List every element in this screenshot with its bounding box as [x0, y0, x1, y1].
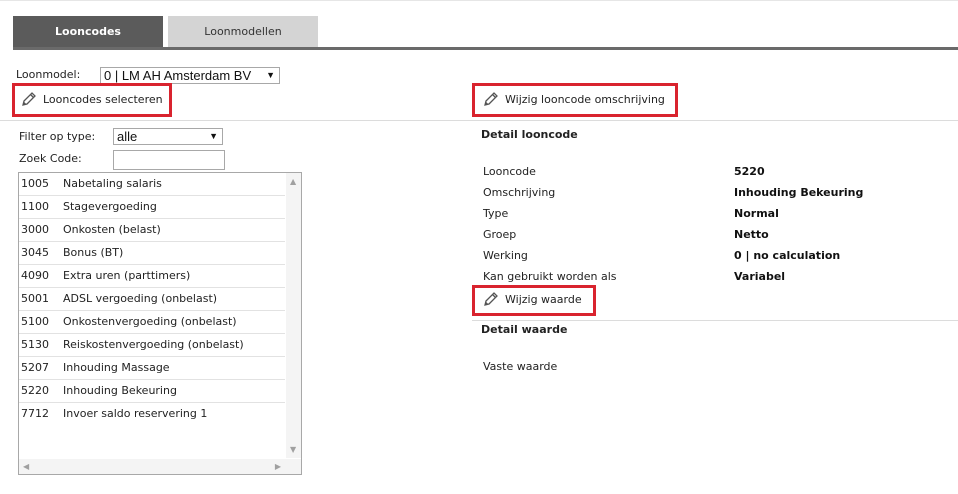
detail-label-werking: Werking	[483, 249, 528, 262]
list-item-desc: Stagevergoeding	[63, 200, 157, 213]
detail-value-type: Normal	[734, 207, 779, 220]
detail-value-gebruik: Variabel	[734, 270, 786, 283]
pencil-icon	[484, 292, 498, 306]
list-item[interactable]: 3045 Bonus (BT)	[19, 242, 285, 265]
looncode-list[interactable]: 1005 Nabetaling salaris 1100 Stagevergoedi…	[18, 172, 302, 475]
detail-waarde-title: Detail waarde	[481, 323, 568, 336]
loonmodel-select-value: 0 | LM AH Amsterdam BV	[104, 68, 252, 83]
list-item-desc: Onkostenvergoeding (onbelast)	[63, 315, 237, 328]
list-item-desc: ADSL vergoeding (onbelast)	[63, 292, 218, 305]
list-item-desc: Invoer saldo reservering 1	[63, 407, 208, 420]
tab-bar-underline	[13, 47, 958, 50]
list-item-code: 3045	[21, 246, 49, 259]
list-item-desc: Nabetaling salaris	[63, 177, 162, 190]
detail-label-gebruik: Kan gebruikt worden als	[483, 270, 617, 283]
list-item[interactable]: 1005 Nabetaling salaris	[19, 173, 285, 196]
list-item-desc: Extra uren (parttimers)	[63, 269, 191, 282]
horizontal-scrollbar[interactable]: ◀ ▶	[19, 459, 301, 474]
list-item[interactable]: 5130 Reiskostenvergoeding (onbelast)	[19, 334, 285, 357]
list-item-code: 4090	[21, 269, 49, 282]
loonmodel-label: Loonmodel:	[16, 68, 81, 81]
list-item-code: 5001	[21, 292, 49, 305]
vaste-waarde-label: Vaste waarde	[483, 360, 558, 373]
divider-detail	[472, 320, 958, 321]
detail-value-looncode: 5220	[734, 165, 765, 178]
list-item[interactable]: 4090 Extra uren (parttimers)	[19, 265, 285, 288]
list-item-desc: Inhouding Massage	[63, 361, 170, 374]
list-item-code: 5207	[21, 361, 49, 374]
list-item[interactable]: 3000 Onkosten (belast)	[19, 219, 285, 242]
list-item[interactable]: 5100 Onkostenvergoeding (onbelast)	[19, 311, 285, 334]
detail-label-type: Type	[483, 207, 509, 220]
detail-label-looncode: Looncode	[483, 165, 536, 178]
scroll-down-icon[interactable]: ▼	[290, 445, 296, 454]
detail-looncode-title: Detail looncode	[481, 128, 578, 141]
list-item-code: 3000	[21, 223, 49, 236]
list-item[interactable]: 1100 Stagevergoeding	[19, 196, 285, 219]
list-item-code: 5100	[21, 315, 49, 328]
list-item[interactable]: 5220 Inhouding Bekeuring	[19, 380, 285, 403]
scroll-up-icon[interactable]: ▲	[290, 177, 296, 186]
list-item-desc: Onkosten (belast)	[63, 223, 161, 236]
list-item-desc: Bonus (BT)	[63, 246, 124, 259]
edit-value-label: Wijzig waarde	[505, 292, 582, 306]
list-item-code: 7712	[21, 407, 49, 420]
search-code-label: Zoek Code:	[19, 152, 82, 165]
loonmodel-select[interactable]: 0 | LM AH Amsterdam BV ▼	[100, 67, 280, 84]
edit-value-button[interactable]: Wijzig waarde	[483, 291, 582, 307]
select-codes-label: Looncodes selecteren	[43, 92, 163, 106]
pencil-icon	[22, 92, 36, 106]
detail-value-werking: 0 | no calculation	[734, 249, 841, 262]
chevron-down-icon: ▼	[266, 70, 275, 80]
scroll-left-icon[interactable]: ◀	[23, 462, 29, 471]
edit-description-button[interactable]: Wijzig looncode omschrijving	[483, 91, 665, 107]
detail-value-groep: Netto	[734, 228, 769, 241]
top-border	[0, 0, 958, 1]
vertical-scrollbar[interactable]: ▲ ▼	[286, 173, 301, 458]
list-item-code: 1100	[21, 200, 49, 213]
chevron-down-icon: ▼	[209, 131, 218, 141]
list-item[interactable]: 7712 Invoer saldo reservering 1	[19, 403, 285, 425]
edit-description-label: Wijzig looncode omschrijving	[505, 92, 665, 106]
divider-top	[0, 120, 958, 121]
filter-type-select[interactable]: alle ▼	[113, 128, 223, 145]
list-item-desc: Inhouding Bekeuring	[63, 384, 177, 397]
detail-value-omschrijving: Inhouding Bekeuring	[734, 186, 864, 199]
tab-looncodes[interactable]: Looncodes	[13, 16, 163, 47]
tab-loonmodellen[interactable]: Loonmodellen	[168, 16, 318, 47]
list-item[interactable]: 5207 Inhouding Massage	[19, 357, 285, 380]
search-code-input[interactable]	[113, 150, 225, 170]
list-item-code: 5220	[21, 384, 49, 397]
filter-type-value: alle	[117, 129, 138, 144]
pencil-icon	[484, 92, 498, 106]
select-codes-button[interactable]: Looncodes selecteren	[21, 91, 163, 107]
list-item[interactable]: 5001 ADSL vergoeding (onbelast)	[19, 288, 285, 311]
list-item-code: 1005	[21, 177, 49, 190]
filter-type-label: Filter op type:	[19, 130, 96, 143]
scroll-right-icon[interactable]: ▶	[275, 462, 281, 471]
list-item-desc: Reiskostenvergoeding (onbelast)	[63, 338, 244, 351]
detail-label-groep: Groep	[483, 228, 517, 241]
detail-label-omschrijving: Omschrijving	[483, 186, 556, 199]
list-item-code: 5130	[21, 338, 49, 351]
